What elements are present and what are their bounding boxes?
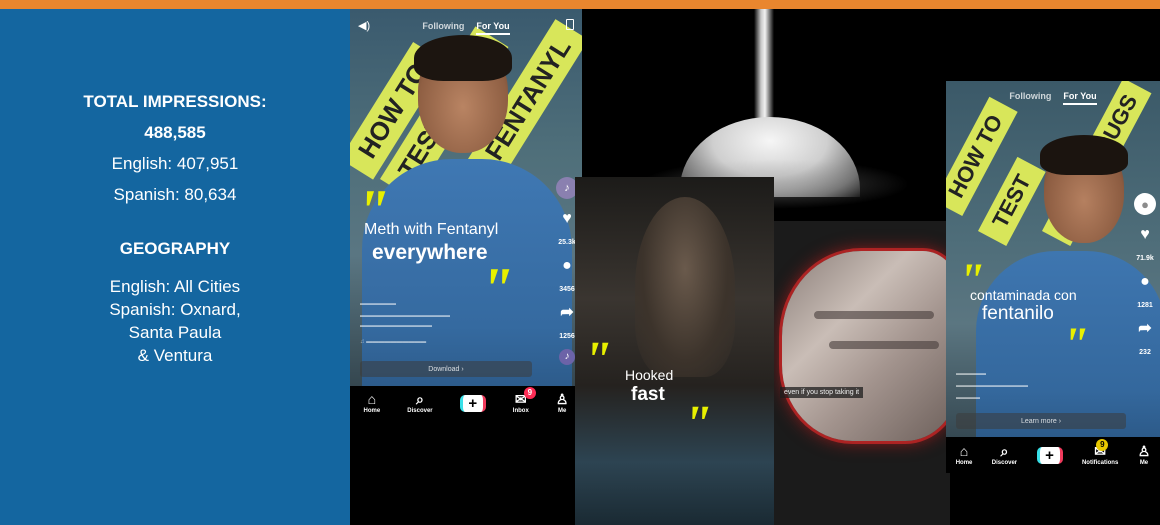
hands-finger-line (814, 311, 934, 319)
geography-spanish-line-3: & Ventura (137, 346, 213, 365)
caption-line-2: fentanilo (982, 303, 1054, 324)
like-count: 71.9k (1136, 255, 1154, 262)
bottom-nav: ⌂ Home ⌕ Discover + ✉ 9 Notifications ♙ Me (946, 437, 1160, 473)
description-placeholder: ▬▬▬▬▬▬▬▬▬▬▬▬ (360, 323, 432, 329)
total-impressions-heading: TOTAL IMPRESSIONS: (83, 92, 267, 111)
inbox-badge: 9 (523, 387, 536, 399)
tiktok-phone-english: HOW TO TEST YOUR FENTANYL Following For … (350, 9, 582, 420)
banner-stripe: TEST (978, 156, 1046, 247)
author-placeholder: ▬▬▬▬▬▬ (360, 301, 396, 307)
search-icon: ⌕ (416, 391, 424, 407)
profile-icon: ♙ (555, 391, 569, 407)
caption-line-1: Hooked (625, 367, 674, 383)
home-icon: ⌂ (959, 443, 969, 459)
total-impressions-value: 488,585 (144, 123, 206, 142)
plus-icon: + (459, 394, 486, 412)
comment-count: 1281 (1137, 302, 1153, 309)
spanish-impressions: Spanish: 80,634 (113, 185, 237, 204)
learn-more-label: Learn more (1020, 417, 1057, 425)
nav-discover[interactable]: ⌕ Discover (407, 392, 432, 414)
geography-english: English: All Cities (109, 277, 241, 296)
nav-create[interactable]: + (459, 394, 486, 412)
top-accent-bar (0, 0, 1160, 9)
nav-create[interactable]: + (1036, 446, 1063, 464)
close-quote: " (683, 396, 712, 453)
caption-line-2: fast (631, 384, 665, 405)
close-quote: " (480, 256, 514, 322)
nav-notifications[interactable]: ✉ 9 Notifications (1082, 439, 1118, 466)
english-impressions: English: 407,951 (111, 154, 239, 173)
music-disc-icon[interactable]: ♪ (559, 349, 575, 365)
description-placeholder: ▬▬▬▬▬▬▬▬▬▬▬▬ (956, 383, 1028, 389)
caption-line-2: everywhere (372, 241, 488, 264)
author-placeholder: ▬▬▬▬▬ (956, 371, 986, 377)
presenter-hair (1040, 135, 1128, 175)
download-label: Download (428, 365, 460, 373)
bottom-nav: ⌂ Home ⌕ Discover + ✉ 9 Inbox ♙ Me (350, 386, 582, 420)
geography-spanish-line-1: Spanish: Oxnard, (109, 300, 241, 319)
share-count: 1256 (559, 333, 575, 340)
hands-subtitle: even if you stop taking it (780, 387, 864, 398)
music-placeholder: ♫ ▬▬▬▬▬▬▬▬▬▬ (360, 339, 427, 345)
hooked-fast-card: " Hooked fast " (575, 177, 774, 525)
hands-finger-line (829, 341, 939, 349)
engagement-rail: ● ♥ 71.9k ● 1281 ➦ 232 (1134, 193, 1156, 356)
comment-icon[interactable]: ● (1134, 271, 1156, 293)
powder-stream (754, 9, 774, 129)
live-icon[interactable] (566, 19, 574, 30)
presenter-hair (414, 35, 512, 81)
caption-line-1: Meth with Fentanyl (364, 221, 499, 238)
ad-collage: even if you stop taking it HOW TO TEST Y… (350, 9, 1160, 525)
like-icon[interactable]: ♥ (1134, 224, 1156, 246)
tab-following[interactable]: Following (1009, 91, 1051, 105)
tiktok-phone-spanish: HOW TO TEST YOUR DRUGS Following For You… (946, 81, 1160, 473)
plus-icon: + (1036, 446, 1063, 464)
creator-avatar[interactable]: ● (1134, 193, 1156, 215)
impressions-panel: TOTAL IMPRESSIONS: 488,585 English: 407,… (0, 9, 350, 525)
download-button[interactable]: Download › (360, 361, 532, 377)
notifications-badge: 9 (1096, 439, 1109, 451)
nav-home[interactable]: ⌂ Home (364, 392, 381, 414)
nav-discover[interactable]: ⌕ Discover (992, 444, 1017, 466)
close-quote: " (1062, 318, 1089, 371)
profile-icon: ♙ (1137, 443, 1151, 459)
like-count: 25.3k (558, 239, 576, 246)
description-placeholder: ▬▬▬▬▬▬▬▬▬▬▬▬▬▬▬ (360, 313, 450, 319)
nav-me[interactable]: ♙ Me (1138, 444, 1151, 466)
learn-more-button[interactable]: Learn more › (956, 413, 1126, 429)
home-icon: ⌂ (367, 391, 377, 407)
share-count: 232 (1139, 349, 1151, 356)
tab-following[interactable]: Following (422, 21, 464, 35)
description-placeholder: ▬▬▬▬ (956, 395, 980, 401)
tab-for-you[interactable]: For You (1063, 91, 1097, 105)
caption-line-1: contaminada con (970, 287, 1077, 303)
geography-spanish-line-2: Santa Paula (128, 323, 222, 342)
share-icon[interactable]: ➦ (1134, 318, 1156, 340)
mute-icon[interactable]: ◀) (358, 19, 370, 32)
geography-heading: GEOGRAPHY (119, 239, 231, 258)
search-icon: ⌕ (1000, 443, 1009, 459)
nav-me[interactable]: ♙ Me (556, 392, 569, 414)
blurred-figure (635, 197, 735, 377)
comment-count: 3456 (559, 286, 575, 293)
nav-inbox[interactable]: ✉ 9 Inbox (513, 387, 536, 414)
open-quote: " (583, 332, 612, 389)
nav-home[interactable]: ⌂ Home (956, 444, 973, 466)
tab-for-you[interactable]: For You (476, 21, 510, 35)
hands-image: even if you stop taking it (774, 221, 950, 525)
